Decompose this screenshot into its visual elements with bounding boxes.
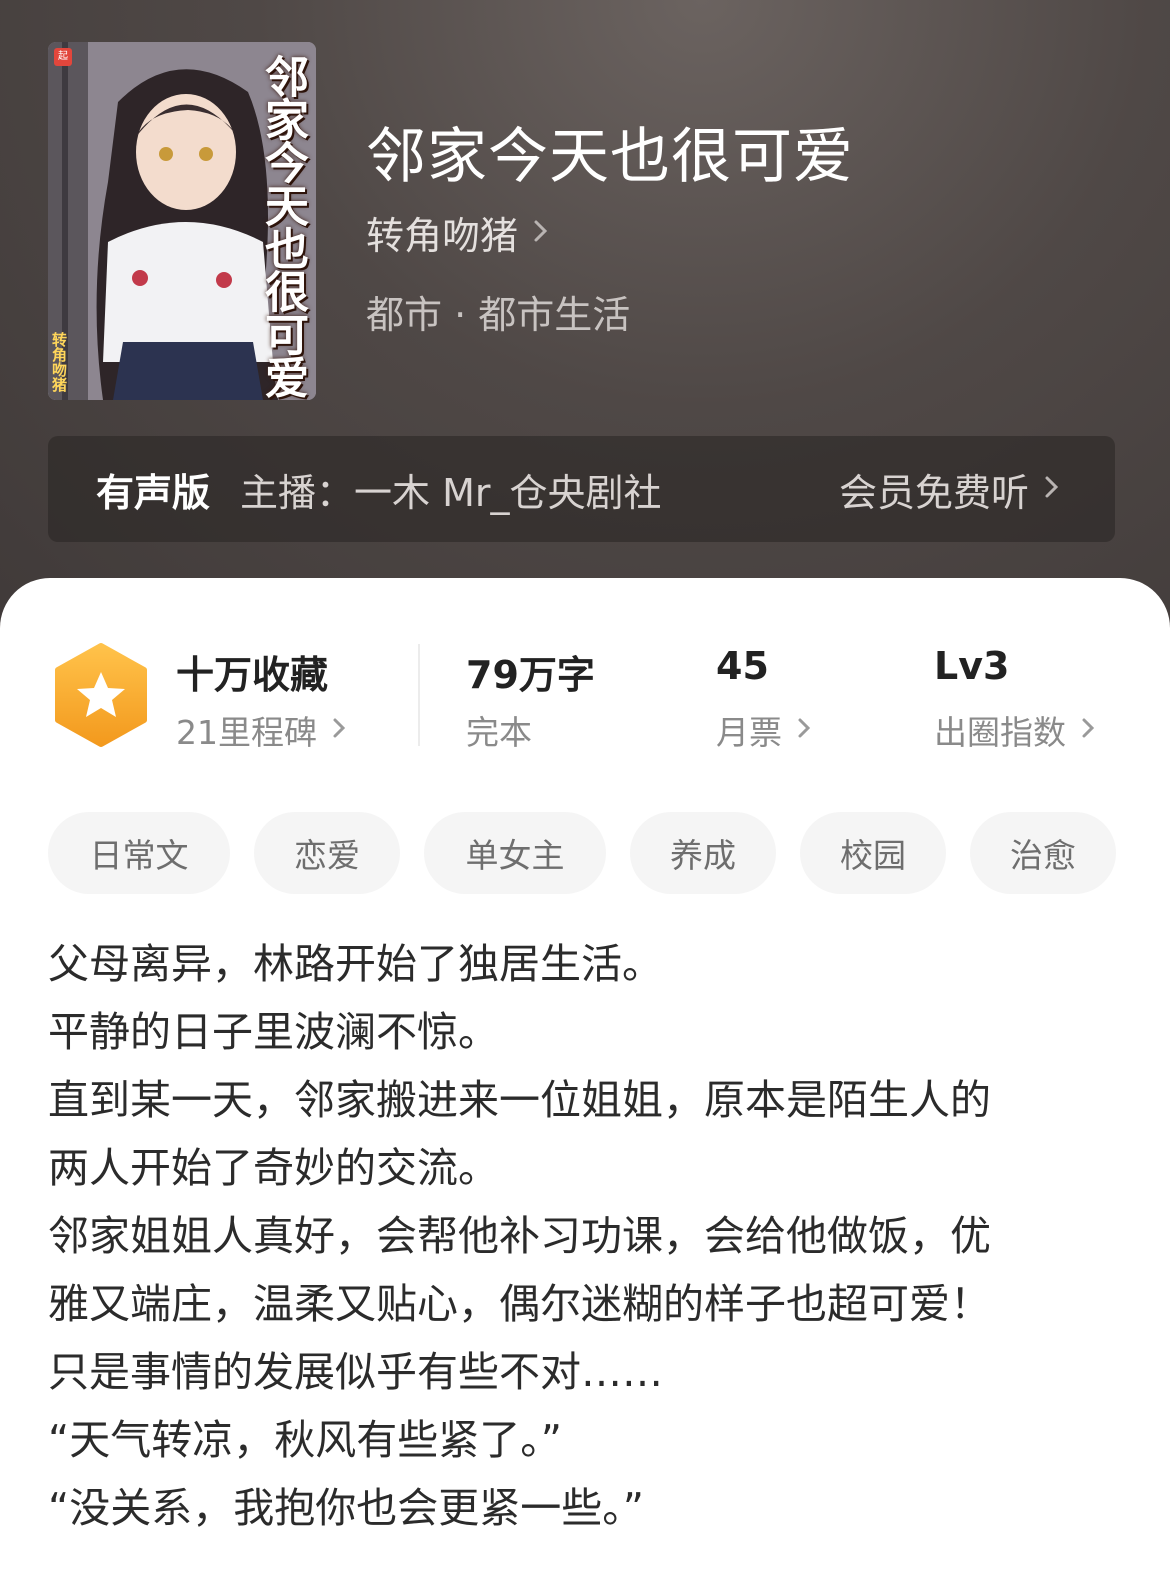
- monthly-votes-count: 45: [716, 644, 769, 688]
- chevron-right-icon: [796, 711, 812, 750]
- description-line: 两人开始了奇妙的交流。: [48, 1144, 499, 1192]
- tag-chip[interactable]: 养成: [630, 812, 776, 894]
- member-free-listen-button[interactable]: 会员免费听: [839, 436, 1061, 542]
- cover-publisher-badge: 起: [54, 48, 72, 66]
- author-name: 转角吻猪: [366, 214, 519, 258]
- popularity-index-link[interactable]: 出圈指数: [934, 706, 1096, 754]
- description-line: 只是事情的发展似乎有些不对……: [48, 1348, 663, 1396]
- tag-chip[interactable]: 治愈: [970, 812, 1116, 894]
- genre-label: 都市 · 都市生活: [366, 293, 631, 337]
- tag-chip[interactable]: 日常文: [48, 812, 230, 894]
- favorites-count: 十万收藏: [176, 653, 329, 697]
- audiobook-host: 主播：一木 Mr_仓央剧社: [240, 470, 662, 515]
- description-line: 直到某一天，邻家搬进来一位姐姐，原本是陌生人的: [48, 1076, 991, 1124]
- tag-chip[interactable]: 恋爱: [254, 812, 400, 894]
- milestones-label: 21里程碑: [176, 713, 317, 752]
- chevron-right-icon: [331, 711, 347, 750]
- tag-chip[interactable]: 校园: [800, 812, 946, 894]
- description-line: 邻家姐姐人真好，会帮他补习功课，会给他做饭，优: [48, 1212, 991, 1260]
- monthly-votes-link[interactable]: 月票: [716, 706, 812, 754]
- audiobook-bar[interactable]: 有声版 主播：一木 Mr_仓央剧社 会员免费听: [48, 436, 1115, 542]
- description-line: “没关系，我抱你也会更紧一些。”: [48, 1484, 644, 1532]
- book-title: 邻家今天也很可爱: [366, 122, 854, 192]
- description-line: 雅又端庄，温柔又贴心，偶尔迷糊的样子也超可爱！: [48, 1280, 991, 1328]
- book-description: 父母离异，林路开始了独居生活。 平静的日子里波澜不惊。 直到某一天，邻家搬进来一…: [48, 930, 1128, 1542]
- star-badge-icon: [52, 642, 150, 752]
- cover-author: 转角吻猪: [50, 332, 68, 392]
- popularity-level: Lv3: [934, 644, 1010, 688]
- description-line: 平静的日子里波澜不惊。: [48, 1008, 499, 1056]
- member-free-listen-label: 会员免费听: [838, 470, 1029, 515]
- completion-status: 完本: [466, 713, 532, 752]
- author-link[interactable]: 转角吻猪: [366, 205, 550, 260]
- cover-title: 邻家今天也很可爱: [257, 54, 308, 398]
- book-cover[interactable]: 起 邻家今天也很可爱 转角吻猪: [48, 42, 316, 400]
- chevron-right-icon: [1043, 467, 1061, 511]
- milestones-link[interactable]: 21里程碑: [176, 706, 347, 754]
- chevron-right-icon: [532, 211, 550, 255]
- tag-chip[interactable]: 单女主: [424, 812, 606, 894]
- chevron-right-icon: [1080, 711, 1096, 750]
- popularity-index-label: 出圈指数: [934, 713, 1066, 752]
- word-count: 79万字: [466, 653, 595, 697]
- stats-divider: [418, 644, 420, 746]
- description-line: 父母离异，林路开始了独居生活。: [48, 940, 663, 988]
- description-line: “天气转凉，秋风有些紧了。”: [48, 1416, 562, 1464]
- monthly-votes-label: 月票: [716, 713, 782, 752]
- audiobook-label: 有声版: [96, 470, 211, 515]
